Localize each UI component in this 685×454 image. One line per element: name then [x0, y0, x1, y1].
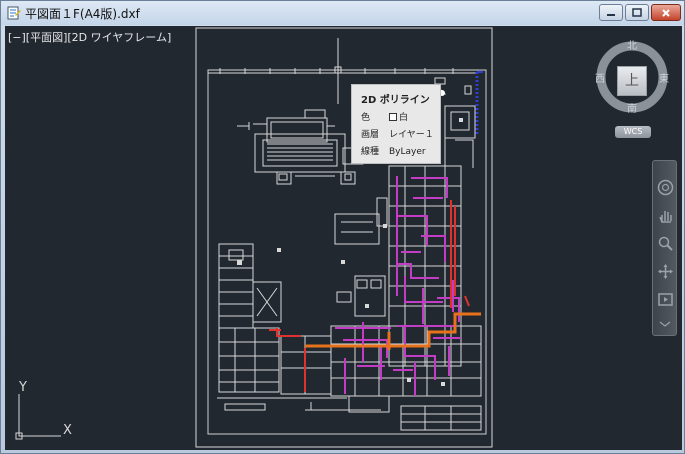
red-polylines	[269, 200, 470, 392]
viewcube-top-face[interactable]: 上	[617, 66, 647, 96]
color-swatch-icon	[389, 113, 397, 121]
zoom-icon[interactable]	[657, 235, 674, 252]
left-wing	[217, 243, 347, 411]
tooltip-title: 2D ポリライン	[361, 95, 430, 106]
ucs-x-label: X	[63, 423, 72, 438]
navigation-bar	[652, 160, 677, 336]
wcs-menu-button[interactable]: WCS	[615, 126, 651, 138]
minimize-icon	[607, 13, 615, 16]
compass-east[interactable]: 東	[659, 70, 669, 85]
lower-rooms	[305, 325, 482, 431]
viewcube[interactable]: 北 南 東 西 上	[593, 34, 671, 129]
close-button[interactable]	[651, 4, 681, 21]
object-tooltip: 2D ポリライン 色白 画層 レイヤー１ 線種 ByLayer	[351, 84, 441, 164]
steering-wheel-icon[interactable]	[657, 179, 674, 196]
tooltip-row-layer: 画層 レイヤー１	[361, 130, 434, 140]
pan-icon[interactable]	[657, 207, 674, 224]
app-window: 平図面１F(A4版).dxf [−][平面図][2D ワイヤフレーム] Y X …	[0, 0, 685, 454]
orbit-icon[interactable]	[657, 263, 674, 280]
upper-left-structure	[237, 109, 364, 185]
close-icon	[662, 8, 670, 17]
tooltip-row-color: 色白	[361, 113, 409, 123]
ucs-y-label: Y	[19, 380, 27, 395]
minimize-button[interactable]	[599, 4, 623, 21]
ucs-icon	[15, 394, 61, 440]
drawing-viewport[interactable]: [−][平面図][2D ワイヤフレーム] Y X 2D ポリライン 色 白 画層…	[5, 26, 682, 450]
navbar-menu-icon[interactable]	[657, 321, 674, 327]
title-bar[interactable]: 平図面１F(A4版).dxf	[1, 1, 684, 25]
document-icon	[7, 6, 21, 20]
maximize-icon	[632, 8, 642, 17]
tooltip-row-linetype: 線種 ByLayer	[361, 147, 426, 157]
window-title: 平図面１F(A4版).dxf	[25, 7, 140, 21]
compass-north[interactable]: 北	[627, 37, 637, 52]
compass-south[interactable]: 南	[627, 100, 637, 115]
showmotion-icon[interactable]	[657, 291, 674, 308]
floor-plan-drawing[interactable]	[5, 26, 682, 450]
compass-west[interactable]: 西	[595, 70, 605, 85]
maximize-button[interactable]	[625, 4, 649, 21]
top-wall-linework	[208, 68, 478, 74]
